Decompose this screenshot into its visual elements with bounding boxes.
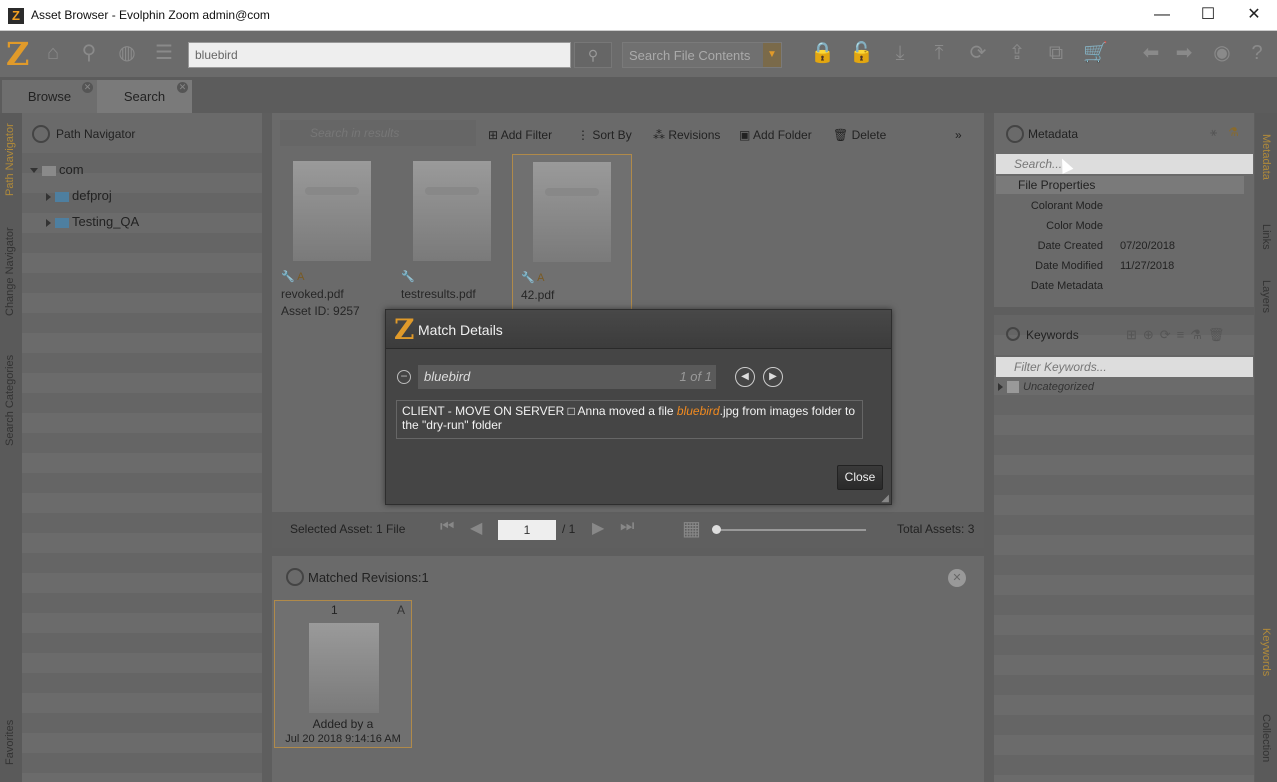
dialog-title: Match Details xyxy=(418,322,503,338)
match-text-before: CLIENT - MOVE ON SERVER □ Anna moved a f… xyxy=(402,404,677,418)
global-search-input[interactable]: bluebird xyxy=(188,42,571,68)
close-button[interactable]: Close xyxy=(837,465,883,490)
search-go-button[interactable]: ⚲ xyxy=(574,42,612,68)
window-title: Asset Browser - Evolphin Zoom admin@com xyxy=(31,8,270,22)
search-icon[interactable]: ⚲ xyxy=(77,41,101,65)
window-title-bar: Z Asset Browser - Evolphin Zoom admin@co… xyxy=(0,0,1277,31)
back-arrow-icon[interactable]: ⬅ xyxy=(1139,41,1163,65)
download-icon[interactable]: ⤓ xyxy=(888,41,912,65)
close-window-button[interactable]: ✕ xyxy=(1231,0,1277,31)
zoom-logo: Z xyxy=(6,35,30,73)
next-match-button[interactable]: ▶ xyxy=(763,367,783,387)
zoom-logo: Z xyxy=(394,313,415,346)
upload-icon[interactable]: ⤒ xyxy=(927,41,951,65)
magnifier-icon: ⚲ xyxy=(587,47,599,63)
search-scope-value: Search File Contents xyxy=(629,48,751,63)
forward-arrow-icon[interactable]: ➡ xyxy=(1172,41,1196,65)
home-icon[interactable]: ⌂ xyxy=(41,41,65,65)
app-icon: Z xyxy=(8,8,24,24)
prev-match-button[interactable]: ◀ xyxy=(735,367,755,387)
maximize-button[interactable]: ☐ xyxy=(1185,0,1231,31)
unlock-icon[interactable]: 🔓 xyxy=(849,41,874,65)
match-highlight: bluebird xyxy=(676,404,720,418)
lock-icon[interactable]: 🔒 xyxy=(810,41,835,65)
match-term-field: bluebird 1 of 1 xyxy=(418,365,716,389)
match-details-dialog: Z Match Details − bluebird 1 of 1 ◀ ▶ CL… xyxy=(385,309,892,505)
match-term: bluebird xyxy=(424,369,471,384)
share-icon[interactable]: ⇪ xyxy=(1005,41,1029,65)
list-icon[interactable]: ☰ xyxy=(152,41,176,65)
help-icon[interactable]: ? xyxy=(1245,41,1269,65)
dialog-header: Z Match Details xyxy=(386,310,891,349)
collapse-icon[interactable]: − xyxy=(397,370,411,384)
chevron-down-icon[interactable]: ▼ xyxy=(763,43,781,67)
search-scope-select[interactable]: Search File Contents ▼ xyxy=(622,42,782,68)
match-context-text: CLIENT - MOVE ON SERVER □ Anna moved a f… xyxy=(396,400,863,439)
cart-icon[interactable]: 🛒 xyxy=(1083,41,1108,65)
minimize-button[interactable]: — xyxy=(1139,0,1185,31)
globe-icon[interactable]: ◍ xyxy=(115,41,139,65)
match-count: 1 of 1 xyxy=(679,369,712,384)
compare-icon[interactable]: ⧉ xyxy=(1044,41,1068,65)
resize-grip-icon[interactable]: ◢ xyxy=(881,493,889,504)
sync-icon[interactable]: ⟳ xyxy=(966,41,990,65)
user-icon[interactable]: ◉ xyxy=(1210,41,1234,65)
